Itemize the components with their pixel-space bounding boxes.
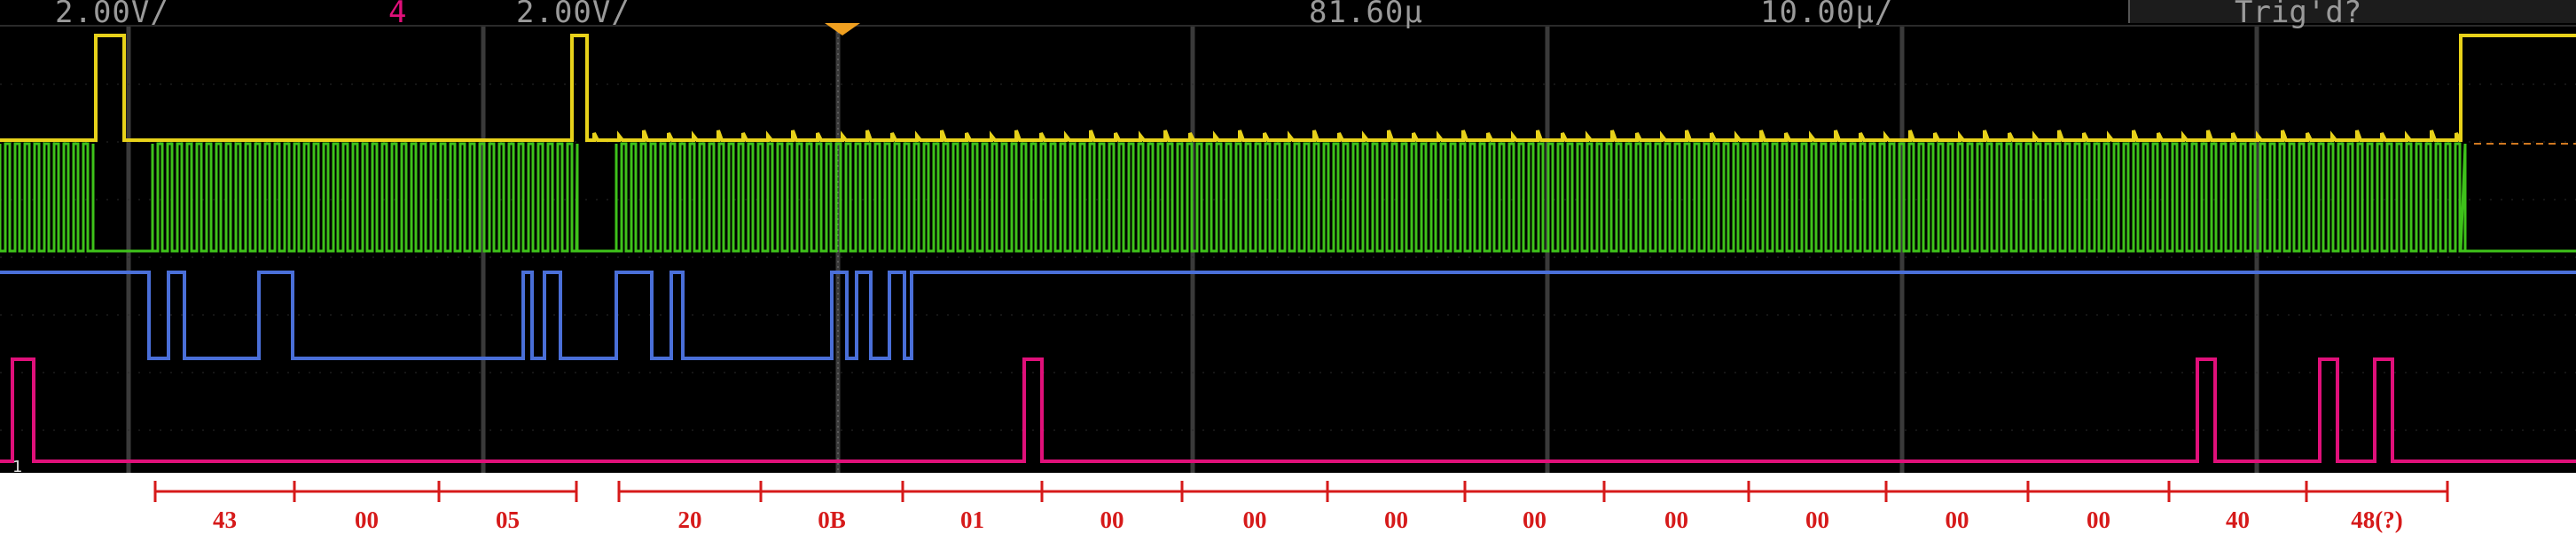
status-bar: 2.00V/ 4 2.00V/ 81.60µ 10.00µ/ Trig'd?: [0, 0, 2576, 30]
ch4-number: 4: [388, 0, 408, 30]
time-reference[interactable]: 81.60µ: [1309, 0, 1423, 30]
decode-byte-label: 48(?): [2351, 507, 2402, 533]
decode-byte-label: 00: [1100, 507, 1124, 533]
decode-byte-label: 00: [2087, 507, 2110, 533]
ch4-scale[interactable]: 2.00V/: [516, 0, 630, 30]
decode-byte-label: 00: [1664, 507, 1688, 533]
time-scale[interactable]: 10.00µ/: [1760, 0, 1893, 30]
decode-byte-label: 40: [2226, 507, 2250, 533]
ch4-trace: [0, 357, 2576, 463]
decode-byte-label: 00: [1384, 507, 1408, 533]
oscilloscope-display: 2.00V/ 4 2.00V/ 81.60µ 10.00µ/ Trig'd? 1: [0, 0, 2576, 473]
decode-byte-label: 0B: [818, 507, 846, 533]
waveform-area: [0, 34, 2576, 463]
decode-byte-label: 00: [355, 507, 379, 533]
decode-byte-label: 00: [1523, 507, 1546, 533]
decode-byte-label: 00: [1243, 507, 1267, 533]
decode-byte-label: 43: [213, 507, 237, 533]
decode-byte-label: 01: [960, 507, 984, 533]
ch2-trace: [0, 142, 2576, 253]
decode-byte-label: 00: [1946, 507, 1969, 533]
trigger-position-icon[interactable]: [825, 23, 860, 59]
decode-byte-label: 20: [678, 507, 702, 533]
ch1-trace: [0, 34, 2576, 142]
byte-decode-annotation: 43 00 05 20 0B 01 00 00 00 00 00 00 00 00 40 48(?): [153, 481, 2449, 533]
trigger-status-box[interactable]: Trig'd?: [2128, 0, 2576, 30]
ground-marker-label: 1: [12, 458, 23, 474]
ch1-scale[interactable]: 2.00V/: [55, 0, 169, 30]
trigger-status: Trig'd?: [2235, 0, 2362, 30]
ch3-trace: [0, 271, 2576, 360]
decode-byte-label: 05: [496, 507, 520, 533]
decode-byte-label: 00: [1805, 507, 1829, 533]
